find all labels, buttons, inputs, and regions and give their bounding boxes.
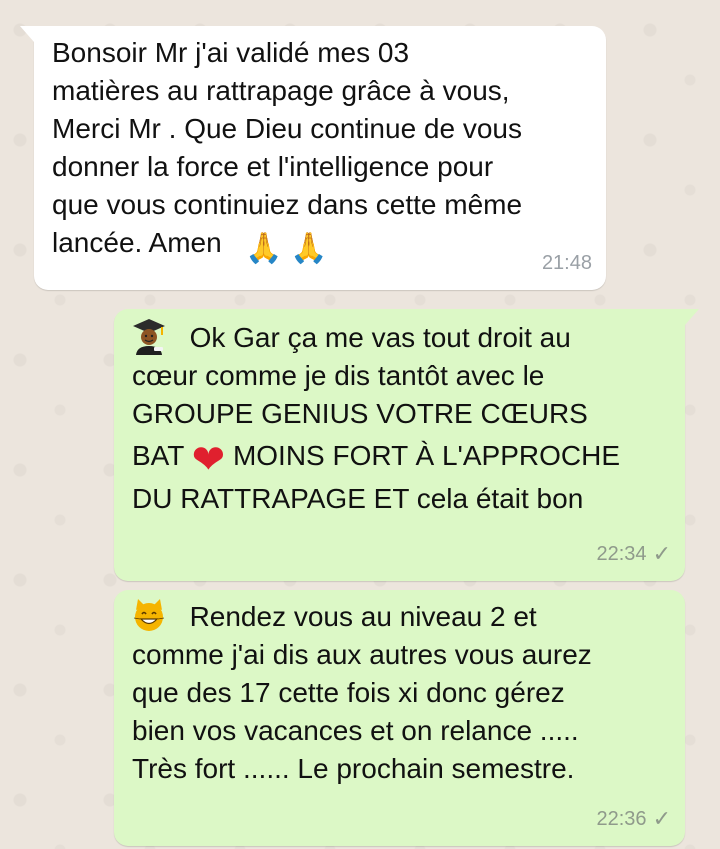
message-line: Merci Mr . Que Dieu continue de vous: [52, 113, 522, 144]
message-meta: 22:36 ✓: [597, 800, 672, 838]
message-line: comme j'ai dis aux autres vous aurez: [132, 639, 592, 670]
message-line-text: MOINS FORT À L'APPROCHE: [232, 440, 621, 471]
message-text: Rendez vous au niveau 2 et comme j'ai di…: [132, 598, 673, 788]
message-time: 21:48: [541, 252, 592, 274]
check-icon: ✓: [652, 806, 671, 831]
message-line: GROUPE GENIUS VOTRE CŒURS: [132, 398, 588, 429]
message-line-text: BAT: [132, 440, 184, 471]
message-time: 22:34: [596, 543, 647, 565]
message-line: matières au rattrapage grâce à vous,: [52, 75, 510, 106]
message-line: donner la force et l'intelligence pour: [52, 151, 494, 182]
message-line: DU RATTRAPAGE ET cela était bon: [132, 483, 584, 514]
message-meta: 22:34 ✓: [597, 535, 672, 573]
message-line-first: Ok Gar ça me vas tout droit au: [132, 317, 673, 357]
message-line: que des 17 cette fois xi donc gérez: [132, 677, 565, 708]
red-heart-emoji: ❤: [191, 437, 226, 483]
message-line: Bonsoir Mr j'ai validé mes 03: [52, 37, 410, 68]
message-line-last: lancée. Amen 🙏 🙏: [52, 224, 590, 264]
grinning-cat-emoji: [133, 599, 165, 631]
message-line-first: Rendez vous au niveau 2 et: [132, 598, 673, 636]
incoming-message-bubble[interactable]: Bonsoir Mr j'ai validé mes 03 matières a…: [20, 26, 606, 290]
check-icon: ✓: [652, 541, 671, 566]
message-line-text: Rendez vous au niveau 2 et: [189, 601, 537, 632]
message-line-text: lancée. Amen: [52, 227, 222, 258]
message-line: cœur comme je dis tantôt avec le: [132, 360, 545, 391]
message-time: 22:36: [596, 808, 647, 830]
outgoing-message-bubble[interactable]: Rendez vous au niveau 2 et comme j'ai di…: [114, 590, 685, 846]
message-meta: 21:48: [542, 244, 592, 282]
graduate-emoji: [133, 319, 165, 355]
message-line-text: Ok Gar ça me vas tout droit au: [189, 322, 571, 353]
message-text: Bonsoir Mr j'ai validé mes 03 matières a…: [52, 34, 590, 264]
message-text: Ok Gar ça me vas tout droit au cœur comm…: [132, 317, 673, 518]
folded-hands-emoji: 🙏: [245, 231, 283, 266]
message-line: bien vos vacances et on relance .....: [132, 715, 579, 746]
message-line: Très fort ...... Le prochain semestre.: [132, 753, 575, 784]
message-line-with-heart: BAT ❤ MOINS FORT À L'APPROCHE: [132, 433, 673, 480]
folded-hands-emoji: 🙏: [290, 231, 328, 266]
outgoing-message-bubble[interactable]: Ok Gar ça me vas tout droit au cœur comm…: [114, 309, 699, 581]
message-line: que vous continuiez dans cette même: [52, 189, 523, 220]
